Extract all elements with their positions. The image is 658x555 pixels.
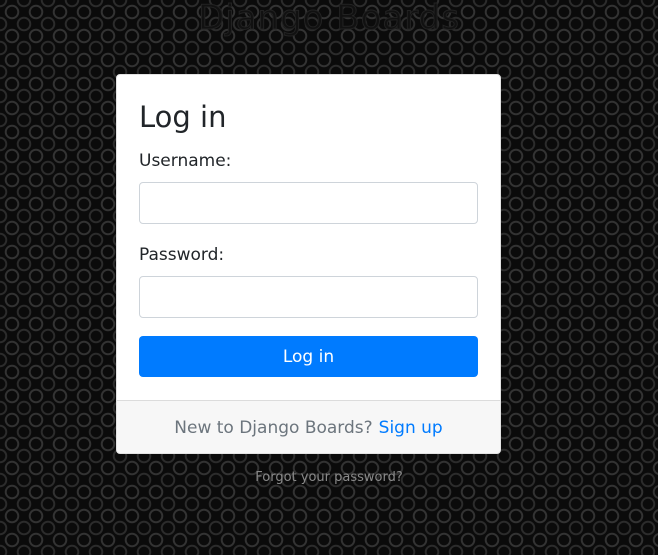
password-label: Password:	[139, 245, 225, 265]
login-button[interactable]: Log in	[139, 336, 478, 377]
login-card: Log in Username: Password: Log in New to…	[116, 74, 501, 454]
signup-prompt: New to Django Boards?	[174, 418, 373, 438]
signup-link[interactable]: Sign up	[379, 418, 443, 438]
username-label: Username:	[139, 151, 232, 171]
password-input[interactable]	[139, 276, 478, 318]
site-logo[interactable]: Django Boards	[0, 0, 658, 42]
login-card-body: Log in Username: Password: Log in	[117, 75, 500, 400]
signup-footer: New to Django Boards? Sign up	[117, 400, 500, 453]
forgot-password-link[interactable]: Forgot your password?	[0, 470, 658, 485]
page-title: Log in	[139, 100, 227, 134]
site-logo-text: Django Boards	[198, 0, 460, 39]
username-input[interactable]	[139, 182, 478, 224]
